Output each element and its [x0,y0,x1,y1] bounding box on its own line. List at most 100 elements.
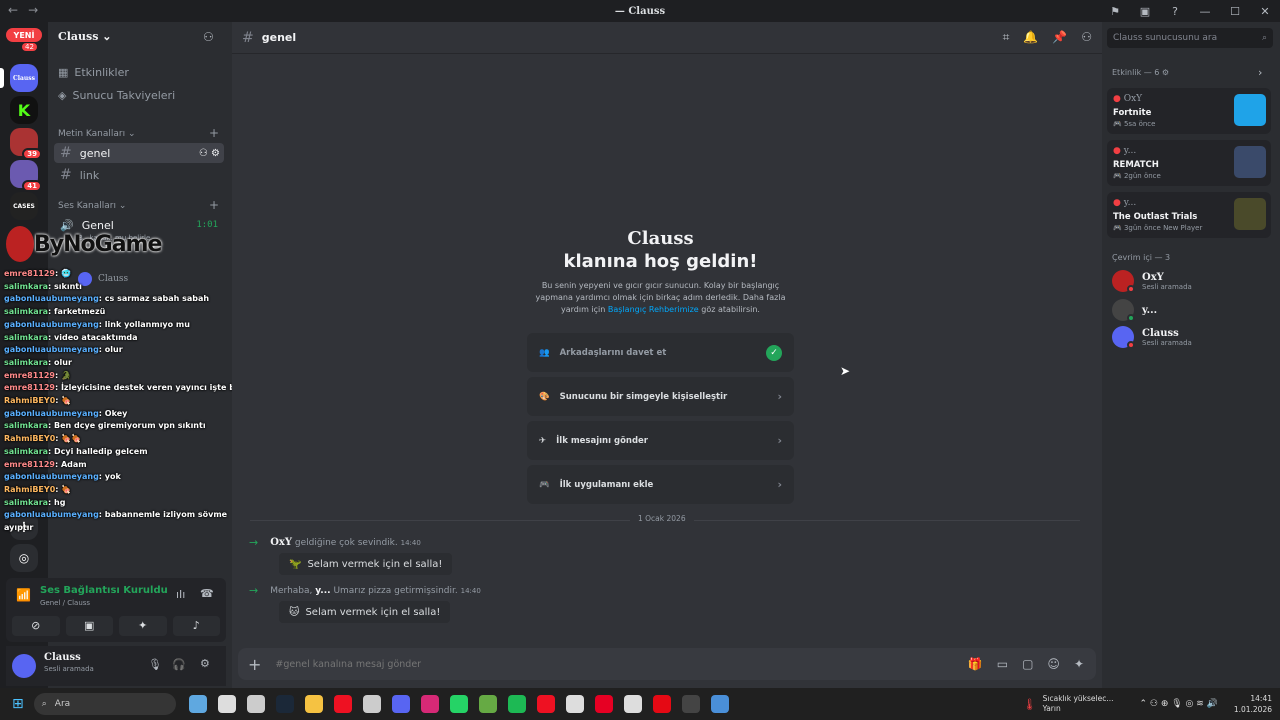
noise-icon[interactable]: ıIı [176,588,185,601]
chat-emoji: 🍖 [61,484,72,494]
new-unread-pill[interactable]: YENİ [6,28,42,42]
emoji-icon[interactable]: ☺ [1047,657,1060,671]
chat-emoji: 🥶 [60,269,71,278]
action-add-app[interactable]: 🎮 İlk uygulamanı ekle › [527,465,794,504]
chevron-right-icon[interactable]: › [1258,66,1262,79]
instagram-icon[interactable] [421,695,440,713]
weather-widget[interactable]: Sıcaklık yükselec... Yarın [1043,694,1114,714]
channel-settings-icon[interactable]: ⚇ ⚙ [199,148,220,159]
threads-icon[interactable]: ⌗ [1003,30,1010,45]
steam-icon[interactable] [276,695,295,713]
add-voice-channel-icon[interactable]: + [209,198,219,212]
chat-username: gabonluaubumeyang [4,408,99,418]
server-icon-clauss[interactable]: Clauss [10,64,38,92]
taskbar-search[interactable]: ⌕ Ara [33,693,176,715]
inbox-flag-icon[interactable]: ⚑ [1100,5,1130,18]
invite-user-icon[interactable]: ⚇ [203,30,214,44]
attach-plus-icon[interactable]: + [248,655,261,674]
gif-icon[interactable]: ▭ [997,657,1008,671]
member-row[interactable]: Clauss Sesli aramada [1112,326,1192,349]
headphones-icon[interactable]: 🎧 [172,658,186,671]
vpn-icon[interactable] [711,695,730,713]
spotify-icon[interactable] [508,695,527,713]
voice-category[interactable]: Ses Kanalları ⌄ [58,201,126,211]
file-explorer-icon[interactable] [218,695,237,713]
add-text-channel-icon[interactable]: + [209,126,219,140]
activity-card[interactable]: ● OxY Fortnite 🎮 5sa önce [1107,88,1271,134]
server-icon-3[interactable]: 39 [10,128,42,160]
opera-icon[interactable] [334,695,353,713]
guide-link[interactable]: Başlangıç Rehberimize [608,305,699,314]
action-first-message[interactable]: ✈ İlk mesajını gönder › [527,421,794,460]
apps-icon[interactable]: ✦ [1074,657,1084,671]
channel-link[interactable]: # link [54,165,224,185]
activity-game: Fortnite [1113,108,1152,118]
forward-arrow-icon[interactable]: → [28,3,38,17]
cloud-widget-icon[interactable] [189,695,208,713]
disconnect-icon[interactable]: ☎ [200,587,214,600]
server-icon-cases[interactable]: CASES [10,192,38,220]
netflix-icon[interactable] [653,695,672,713]
bell-icon[interactable]: 🔔 [1023,30,1038,45]
tray-icons[interactable]: ⌃ ⚇ ⊕ 🎙 ◎ ≋ 🔊 [1139,699,1217,709]
member-row[interactable]: y... [1112,299,1157,322]
screen-share-icon[interactable]: ▣ [1130,5,1160,18]
avatar[interactable] [12,654,36,678]
chat-text: sıkıntı [54,281,82,291]
chat-line: salimkara: Ben dcye giremiyorum vpn sıkı… [4,421,206,431]
gamepad-icon: 🎮 [539,479,550,490]
gift-icon[interactable]: 🎁 [968,657,983,671]
chrome-icon[interactable] [247,695,266,713]
folder-icon[interactable] [305,695,324,713]
chat-username: RahmiBEY0 [4,396,56,406]
whatsapp-icon[interactable] [450,695,469,713]
chat-text: video atacaktımda [54,332,138,342]
windows-start-icon[interactable]: ⊞ [12,696,24,712]
message-input[interactable] [275,658,968,670]
sticker-icon[interactable]: ▢ [1022,657,1033,671]
join-arrow-icon: → [249,536,259,549]
server-name-header[interactable]: Clauss ⌄ [58,30,112,43]
store-icon[interactable] [363,695,382,713]
activity-card[interactable]: ● y... The Outlast Trials 🎮 3gün önce New … [1107,192,1271,238]
discord-icon[interactable] [392,695,411,713]
channel-genel[interactable]: # genel ⚇ ⚙ [54,143,224,163]
youtube-icon[interactable] [537,695,556,713]
obs-icon[interactable] [682,695,701,713]
member-row[interactable]: OxY Sesli aramada [1112,270,1192,293]
server-icon-kick[interactable]: K [10,96,38,124]
mic-icon[interactable]: 🎙 [148,658,162,671]
server-icon-4[interactable]: 41 [10,160,42,192]
wave-button-2[interactable]: 🐱 Selam vermek için el salla! [279,601,451,623]
minecraft-icon[interactable] [479,695,498,713]
activity-card[interactable]: ● y... REMATCH 🎮 2gün önce [1107,140,1271,186]
pinterest-icon[interactable] [595,695,614,713]
camera-button[interactable]: ⊘ [12,616,60,636]
chatgpt-icon[interactable] [566,695,585,713]
pin-icon[interactable]: 📌 [1052,30,1067,45]
maximize-button[interactable]: ☐ [1220,5,1250,18]
chat-username: gabonluaubumeyang [4,510,99,520]
server-search[interactable]: Clauss sunucusunu ara ⌕ [1107,28,1273,48]
text-category[interactable]: Metin Kanalları ⌄ [58,129,136,139]
close-button[interactable]: ✕ [1250,5,1280,18]
minimize-button[interactable]: — [1190,5,1220,18]
wave-button-1[interactable]: 🦖 Selam vermek için el salla! [279,553,453,575]
user-settings-icon[interactable]: ⚙ [200,657,210,670]
help-icon[interactable]: ? [1160,5,1190,18]
soundboard-button[interactable]: ♪ [172,616,220,636]
back-arrow-icon[interactable]: ← [8,3,18,17]
voice-status[interactable]: Ses Bağlantısı Kuruldu [40,585,168,596]
events-item[interactable]: ▦ Etkinlikler [58,66,129,79]
clock[interactable]: 14:41 1.01.2026 [1234,693,1272,715]
activities-button[interactable]: ✦ [119,616,167,636]
screen-share-button[interactable]: ▣ [65,616,113,636]
notes-icon[interactable] [624,695,643,713]
explore-icon[interactable]: ◎ [10,544,38,572]
boosts-item[interactable]: ◈ Sunucu Takviyeleri [58,89,175,102]
chat-text: olur [54,357,72,367]
windows-taskbar: ⊞ ⌕ Ara 🌡 Sıcaklık yükselec... Yarın ⌃ ⚇ ⊕… [0,688,1280,720]
action-customize-icon[interactable]: 🎨 Sunucunu bir simgeyle kişiselleştir › [527,377,794,416]
members-icon[interactable]: ⚇ [1081,30,1092,45]
action-invite-friends[interactable]: 👥 Arkadaşlarını davet et ✓ [527,333,794,372]
